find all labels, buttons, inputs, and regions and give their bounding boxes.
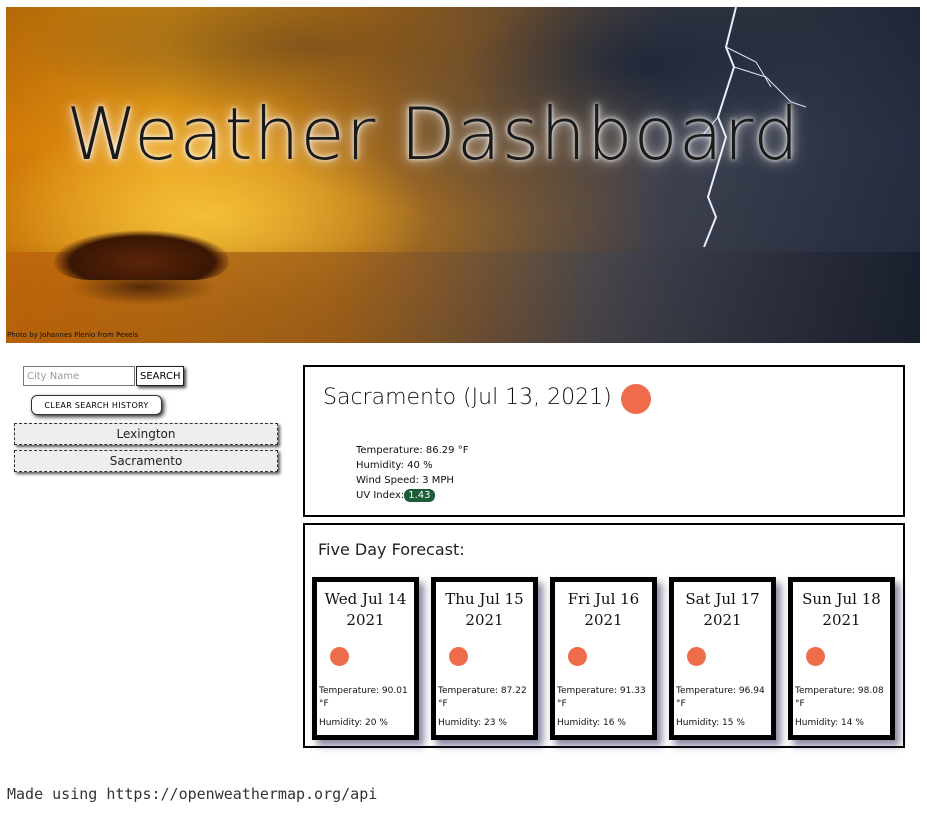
current-temperature: Temperature: 86.29 °F [356, 445, 469, 456]
forecast-temperature: Temperature: 87.22 °F [438, 686, 527, 709]
footer-credit: Made using https://openweathermap.org/ap… [7, 785, 378, 803]
hero-banner: Weather Dashboard Photo by Johannes Plen… [6, 7, 920, 343]
forecast-day-label: Wed Jul 14 [324, 590, 407, 608]
forecast-date: Sat Jul 17 2021 [674, 589, 771, 631]
forecast-year: 2021 [822, 611, 861, 629]
current-uv-row: UV Index: 1.43 [356, 488, 468, 503]
forecast-day-card: Wed Jul 14 2021 Temperature: 90.01 °F Hum… [312, 577, 419, 740]
forecast-humidity: Humidity: 23 % [438, 718, 507, 728]
forecast-section: Five Day Forecast: Wed Jul 14 2021 Temper… [303, 523, 905, 748]
forecast-temperature: Temperature: 98.08 °F [795, 686, 884, 709]
photo-credit: Photo by Johannes Plenio from Pexels [7, 331, 138, 339]
forecast-humidity: Humidity: 14 % [795, 718, 864, 728]
forecast-row: Wed Jul 14 2021 Temperature: 90.01 °F Hum… [312, 577, 895, 740]
city-search-input[interactable] [23, 366, 135, 386]
current-city-title: Sacramento (Jul 13, 2021) [323, 385, 612, 410]
history-item-lexington[interactable]: Lexington [14, 423, 278, 445]
forecast-temperature: Temperature: 91.33 °F [557, 686, 646, 709]
current-humidity: Humidity: 40 % [356, 460, 433, 471]
forecast-humidity: Humidity: 20 % [319, 718, 388, 728]
forecast-date: Thu Jul 15 2021 [436, 589, 533, 631]
island-reflection [61, 277, 226, 317]
forecast-humidity: Humidity: 16 % [557, 718, 626, 728]
sun-icon [621, 384, 651, 414]
forecast-temperature: Temperature: 96.94 °F [676, 686, 765, 709]
forecast-day-label: Sat Jul 17 [685, 590, 760, 608]
forecast-date: Wed Jul 14 2021 [317, 589, 414, 631]
current-details: Temperature: 86.29 °F Humidity: 40 % Win… [356, 443, 468, 503]
forecast-day-label: Fri Jul 16 [567, 590, 640, 608]
forecast-title: Five Day Forecast: [318, 540, 465, 559]
page-title: Weather Dashboard [66, 92, 800, 176]
forecast-day-card: Thu Jul 15 2021 Temperature: 87.22 °F Hum… [431, 577, 538, 740]
sun-icon [687, 647, 706, 666]
current-wind-speed: Wind Speed: 3 MPH [356, 475, 454, 486]
uv-label: UV Index: [356, 490, 405, 501]
forecast-year: 2021 [584, 611, 623, 629]
search-button[interactable]: SEARCH [136, 366, 185, 386]
forecast-day-card: Sat Jul 17 2021 Temperature: 96.94 °F Hum… [669, 577, 776, 740]
sun-icon [568, 647, 587, 666]
sun-icon [330, 647, 349, 666]
forecast-day-card: Sun Jul 18 2021 Temperature: 98.08 °F Hum… [788, 577, 895, 740]
sun-icon [449, 647, 468, 666]
forecast-year: 2021 [346, 611, 385, 629]
forecast-year: 2021 [465, 611, 504, 629]
history-item-sacramento[interactable]: Sacramento [14, 450, 278, 472]
forecast-day-label: Sun Jul 18 [802, 590, 881, 608]
forecast-date: Fri Jul 16 2021 [555, 589, 652, 631]
current-weather-card: Sacramento (Jul 13, 2021) Temperature: 8… [303, 365, 905, 517]
forecast-day-label: Thu Jul 15 [445, 590, 524, 608]
forecast-temperature: Temperature: 90.01 °F [319, 686, 408, 709]
search-form: SEARCH [23, 366, 185, 386]
search-history-list: Lexington Sacramento [14, 423, 278, 477]
sun-icon [806, 647, 825, 666]
forecast-humidity: Humidity: 15 % [676, 718, 745, 728]
forecast-day-card: Fri Jul 16 2021 Temperature: 91.33 °F Hum… [550, 577, 657, 740]
forecast-year: 2021 [703, 611, 742, 629]
forecast-date: Sun Jul 18 2021 [793, 589, 890, 631]
uv-index-badge: 1.43 [404, 489, 435, 502]
clear-history-button[interactable]: CLEAR SEARCH HISTORY [31, 395, 162, 415]
